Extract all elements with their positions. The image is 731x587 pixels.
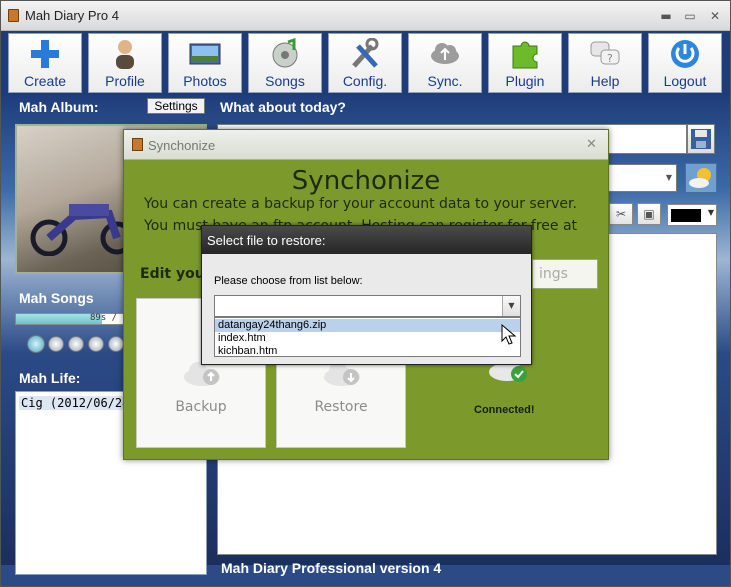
config-button[interactable]: Config. bbox=[328, 33, 402, 93]
plus-icon bbox=[31, 40, 59, 68]
restore-title-bar: Select file to restore: bbox=[202, 226, 531, 254]
maximize-icon[interactable]: ▭ bbox=[682, 8, 698, 24]
previous-icon[interactable] bbox=[48, 336, 64, 352]
sync-heading: Synchonize bbox=[291, 166, 441, 196]
sync-dialog-title: Synchonize bbox=[148, 138, 216, 153]
config-label: Config. bbox=[342, 73, 388, 89]
color-swatch bbox=[671, 209, 701, 222]
puzzle-icon bbox=[512, 41, 538, 69]
svg-text:?: ? bbox=[607, 52, 613, 65]
app-icon bbox=[132, 138, 143, 151]
restore-dialog-title: Select file to restore: bbox=[207, 233, 326, 248]
repeat-icon[interactable] bbox=[27, 335, 45, 353]
connection-status: Connected! bbox=[474, 404, 535, 416]
backup-label: Backup bbox=[175, 399, 227, 415]
cloud-icon bbox=[431, 43, 459, 64]
song-progress-fill bbox=[16, 314, 102, 324]
life-title: Mah Life: bbox=[19, 370, 81, 386]
status-bar: Mah Diary Professional version 4 bbox=[221, 560, 442, 576]
weather-icon bbox=[689, 168, 711, 188]
restore-file-select[interactable]: ▼ bbox=[214, 295, 521, 317]
text-color-picker[interactable]: ▼ bbox=[667, 204, 717, 226]
restore-label: Restore bbox=[314, 399, 368, 415]
minimize-icon[interactable]: ▬ bbox=[658, 8, 674, 24]
play-icon[interactable] bbox=[88, 336, 104, 352]
weather-button[interactable] bbox=[685, 163, 717, 193]
songs-label: Songs bbox=[265, 73, 305, 89]
songs-button[interactable]: Songs bbox=[248, 33, 322, 93]
sync-description-1: You can create a backup for your account… bbox=[144, 196, 577, 212]
album-title: Mah Album: bbox=[19, 99, 99, 115]
close-icon[interactable]: ✕ bbox=[586, 137, 597, 152]
photos-button[interactable]: Photos bbox=[168, 33, 242, 93]
mood-select[interactable]: ▼ bbox=[601, 164, 677, 192]
create-button[interactable]: Create bbox=[8, 33, 82, 93]
save-button[interactable] bbox=[687, 124, 715, 154]
logout-label: Logout bbox=[663, 73, 707, 89]
help-button[interactable]: ? Help bbox=[568, 33, 642, 93]
album-settings-button[interactable]: Settings bbox=[147, 98, 205, 114]
list-item[interactable]: datangay24thang6.zip bbox=[215, 319, 520, 332]
list-item[interactable]: Cig (2012/06/24 bbox=[19, 396, 132, 410]
songs-title: Mah Songs bbox=[19, 290, 94, 306]
restore-file-list[interactable]: datangay24thang6.zip index.htm kichban.h… bbox=[214, 317, 521, 357]
sync-button[interactable]: Sync. bbox=[408, 33, 482, 93]
main-toolbar: Create Profile Photos Songs Config. Sync… bbox=[1, 31, 730, 95]
restore-prompt: Please choose from list below: bbox=[214, 275, 363, 287]
list-item[interactable]: kichban.htm bbox=[215, 345, 520, 358]
mouse-cursor-icon bbox=[501, 324, 517, 345]
create-label: Create bbox=[23, 73, 67, 89]
chevron-down-icon: ▼ bbox=[665, 173, 672, 182]
user-icon bbox=[116, 40, 134, 69]
profile-label: Profile bbox=[105, 73, 145, 89]
help-icon: ? bbox=[590, 41, 620, 65]
power-icon bbox=[671, 40, 699, 68]
logout-button[interactable]: Logout bbox=[648, 33, 722, 93]
paste-icon[interactable]: ▣ bbox=[637, 203, 661, 225]
chevron-down-icon: ▼ bbox=[707, 208, 714, 217]
plugin-label: Plugin bbox=[505, 73, 545, 89]
tools-icon bbox=[352, 38, 379, 68]
help-label: Help bbox=[590, 73, 620, 89]
title-bar: Mah Diary Pro 4 ▬ ▭ ✕ bbox=[1, 1, 730, 31]
music-icon bbox=[272, 38, 298, 68]
list-item[interactable]: index.htm bbox=[215, 332, 520, 345]
sync-title-bar: Synchonize ✕ bbox=[124, 130, 608, 160]
chevron-down-icon[interactable]: ▼ bbox=[502, 296, 520, 316]
photos-label: Photos bbox=[183, 73, 227, 89]
edit-settings-label: Edit you bbox=[140, 266, 205, 282]
stop-icon[interactable] bbox=[68, 336, 84, 352]
window-title: Mah Diary Pro 4 bbox=[25, 8, 119, 23]
ftp-settings-button[interactable]: ings bbox=[532, 259, 598, 289]
editor-title: What about today? bbox=[220, 99, 346, 115]
pause-icon[interactable] bbox=[108, 336, 124, 352]
sync-label: Sync. bbox=[427, 73, 463, 89]
profile-button[interactable]: Profile bbox=[88, 33, 162, 93]
plugin-button[interactable]: Plugin bbox=[488, 33, 562, 93]
cut-icon[interactable]: ✂ bbox=[609, 203, 633, 225]
floppy-icon bbox=[691, 129, 711, 149]
picture-icon bbox=[189, 43, 221, 65]
main-window: Mah Diary Pro 4 ▬ ▭ ✕ Create Profile Pho… bbox=[0, 0, 731, 587]
restore-file-dialog: Select file to restore: Please choose fr… bbox=[201, 225, 532, 365]
close-icon[interactable]: ✕ bbox=[707, 8, 723, 24]
app-icon bbox=[8, 9, 19, 22]
